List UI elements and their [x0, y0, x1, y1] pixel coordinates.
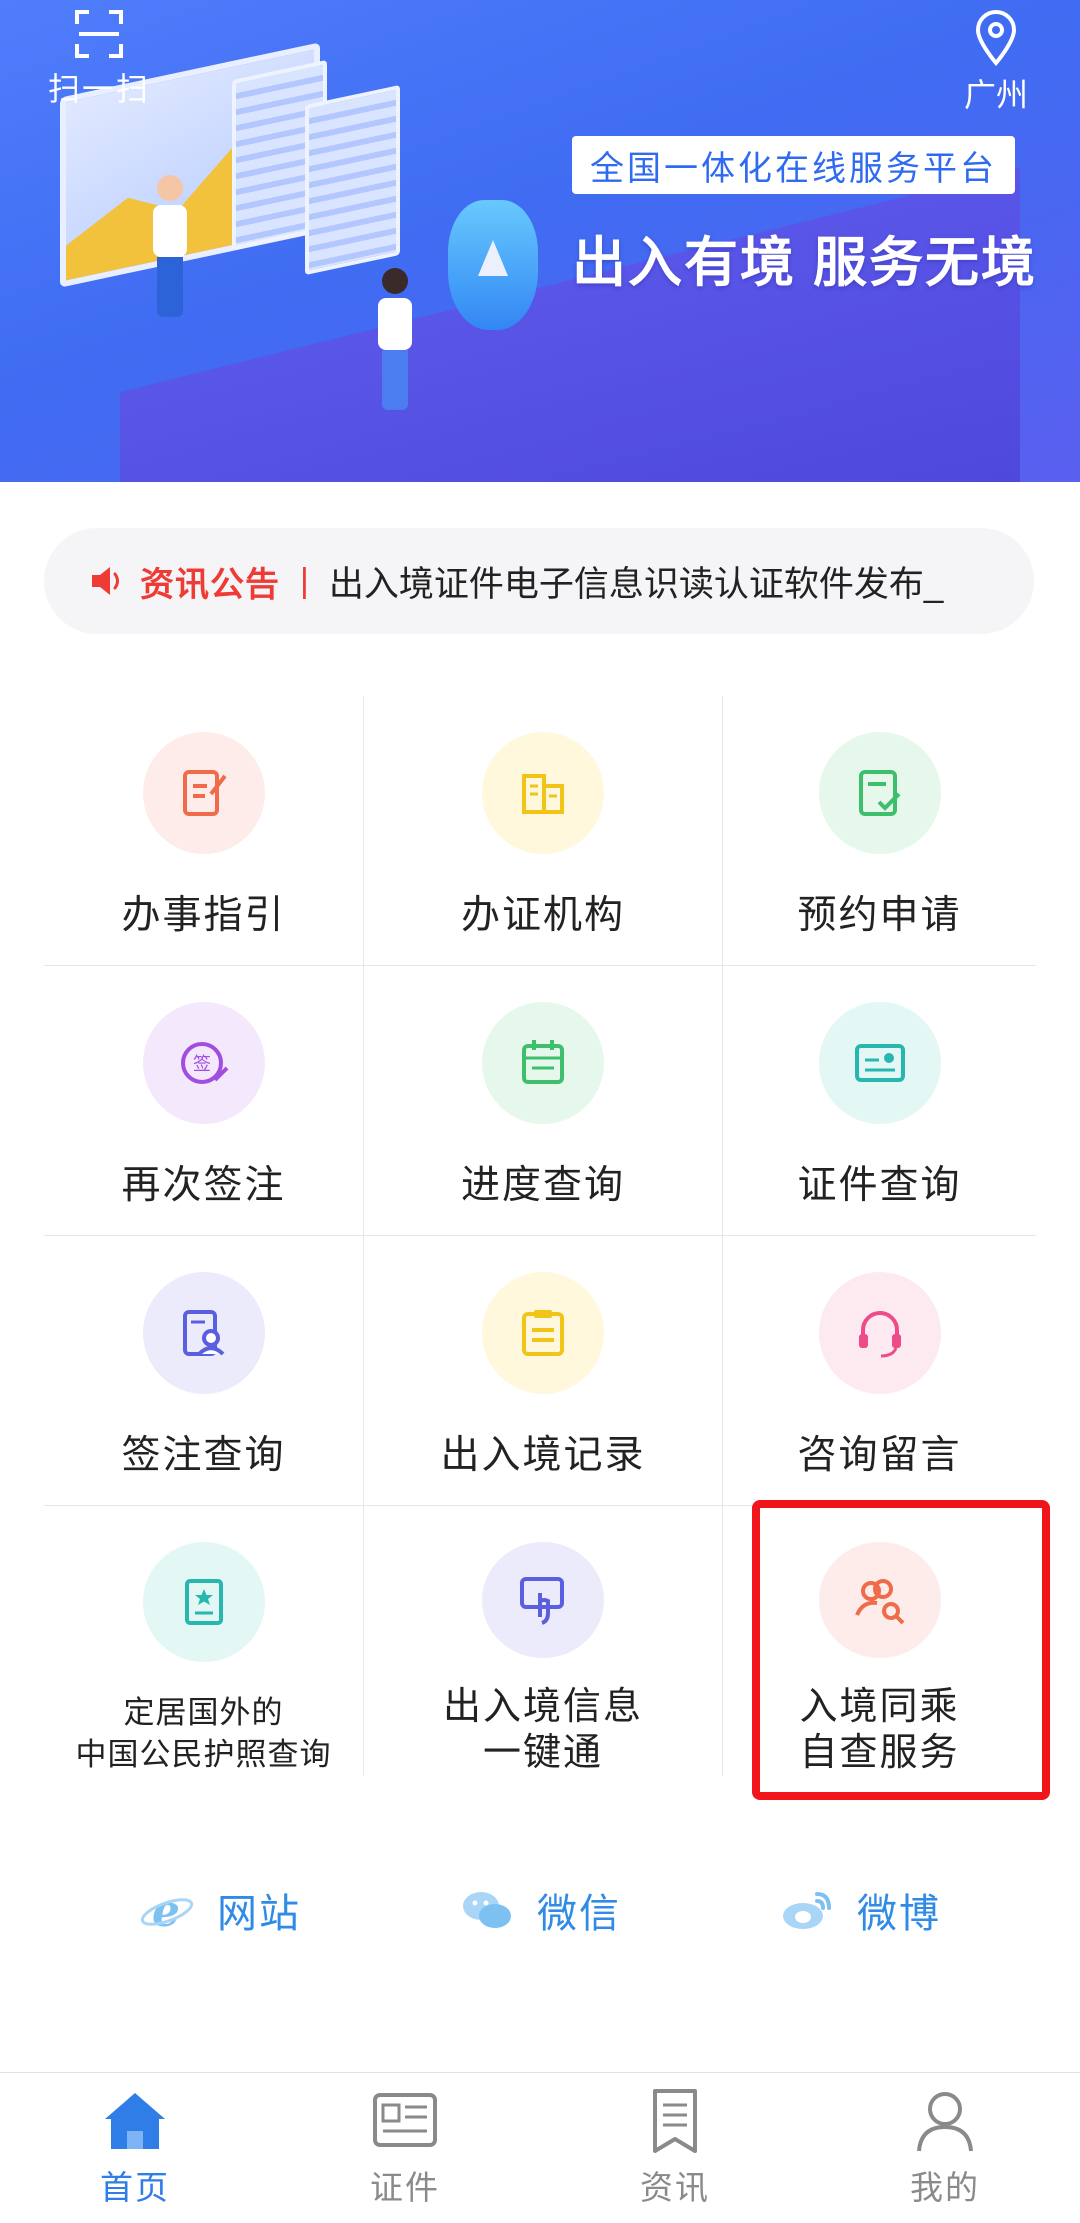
scan-button[interactable]: 扫一扫 — [44, 10, 154, 110]
service-label: 出入境信息 一键通 — [443, 1684, 643, 1776]
service-guide[interactable]: 办事指引 — [44, 696, 363, 966]
id-card-icon — [818, 1002, 941, 1124]
service-progress[interactable]: 进度查询 — [363, 966, 723, 1236]
service-label-line: 定居国外的 — [123, 1695, 284, 1730]
service-re-endorse[interactable]: 签 再次签注 — [44, 966, 363, 1236]
tab-documents[interactable]: 证件 — [270, 2073, 540, 2223]
service-label-line: 入境同乘 — [799, 1686, 960, 1728]
banner-shield-decoration — [448, 200, 538, 330]
service-label: 进度查询 — [460, 1164, 625, 1207]
tab-news[interactable]: 资讯 — [540, 2073, 810, 2223]
service-label: 咨询留言 — [797, 1434, 962, 1477]
location-pin-icon — [975, 10, 1017, 66]
tab-label: 我的 — [910, 2169, 980, 2206]
service-label: 办证机构 — [460, 894, 625, 937]
ie-browser-icon: e — [140, 1886, 194, 1934]
service-fellow-passenger-check[interactable]: 入境同乘 自查服务 — [723, 1506, 1036, 1776]
document-card-icon — [373, 2093, 437, 2147]
building-icon — [482, 732, 604, 854]
visa-search-icon — [142, 1272, 265, 1394]
service-label: 定居国外的 中国公民护照查询 — [76, 1692, 332, 1776]
service-label-line: 出入境信息 — [442, 1686, 643, 1728]
service-visa-query[interactable]: 签注查询 — [44, 1236, 363, 1506]
wechat-link[interactable]: 微信 — [459, 1881, 621, 1939]
website-link[interactable]: e 网站 — [139, 1881, 301, 1939]
user-icon — [917, 2092, 973, 2152]
service-label: 证件查询 — [797, 1164, 962, 1207]
news-bookmark-icon — [653, 2089, 697, 2153]
wechat-icon — [463, 1892, 511, 1928]
service-label-line: 自查服务 — [799, 1732, 960, 1774]
service-entry-exit-record[interactable]: 出入境记录 — [363, 1236, 723, 1506]
tab-home[interactable]: 首页 — [0, 2073, 270, 2223]
tab-label: 资讯 — [640, 2169, 710, 2206]
wechat-label: 微信 — [537, 1892, 621, 1936]
appointment-icon — [818, 732, 941, 854]
svg-text:签: 签 — [193, 1054, 211, 1075]
notice-tag: 资讯公告 — [140, 565, 280, 604]
passport-icon — [142, 1542, 265, 1662]
service-overseas-passport-query[interactable]: 定居国外的 中国公民护照查询 — [44, 1506, 363, 1776]
notice-bar[interactable]: 资讯公告 | 出入境证件电子信息识读认证软件发布_ — [44, 528, 1034, 634]
service-label-line: 中国公民护照查询 — [75, 1737, 332, 1772]
location-label: 广州 — [963, 77, 1028, 113]
scan-label: 扫一扫 — [47, 71, 150, 107]
people-search-icon — [818, 1542, 941, 1658]
service-label-line: 一键通 — [482, 1732, 603, 1774]
calendar-icon — [482, 1002, 604, 1124]
website-label: 网站 — [217, 1892, 301, 1936]
record-icon — [482, 1272, 604, 1394]
notice-text[interactable]: 出入境证件电子信息识读认证软件发布_ — [329, 556, 1034, 607]
banner-person-illustration — [150, 175, 190, 317]
touch-icon — [482, 1542, 604, 1658]
sign-icon: 签 — [142, 1002, 265, 1124]
service-id-query[interactable]: 证件查询 — [723, 966, 1036, 1236]
service-label: 签注查询 — [121, 1434, 286, 1477]
location-button[interactable]: 广州 — [956, 10, 1036, 116]
svg-text:e: e — [152, 1886, 182, 1934]
service-label: 预约申请 — [797, 894, 962, 937]
service-appointment[interactable]: 预约申请 — [723, 696, 1036, 966]
service-label: 出入境记录 — [440, 1434, 646, 1477]
speaker-icon — [92, 567, 119, 595]
home-icon — [105, 2093, 165, 2149]
platform-tag: 全国一体化在线服务平台 — [572, 136, 1015, 194]
service-info-one-click[interactable]: 出入境信息 一键通 — [363, 1506, 723, 1776]
banner-slogan: 出入有境 服务无境 — [572, 233, 1038, 293]
tab-label: 证件 — [370, 2169, 440, 2206]
service-agency[interactable]: 办证机构 — [363, 696, 723, 966]
guide-icon — [142, 732, 265, 854]
headset-icon — [818, 1272, 941, 1394]
service-label: 办事指引 — [121, 894, 286, 937]
hero-banner[interactable]: 扫一扫 广州 全国一体化在线服务平台 出入有境 服务无境 — [0, 0, 1080, 482]
banner-document-decoration — [305, 84, 400, 276]
service-consult[interactable]: 咨询留言 — [723, 1236, 1036, 1506]
service-label: 入境同乘 自查服务 — [799, 1684, 959, 1776]
banner-person-illustration — [375, 268, 415, 410]
tab-mine[interactable]: 我的 — [810, 2073, 1080, 2223]
bottom-tab-bar: 首页 证件 资讯 我的 — [0, 2072, 1080, 2223]
weibo-label: 微博 — [857, 1892, 941, 1936]
weibo-icon — [783, 1892, 831, 1929]
notice-separator: | — [300, 561, 309, 600]
service-grid: 办事指引 办证机构 预约申请 签 再次签注 进度查询 证件查询 签注查询 出入境… — [44, 696, 1036, 1776]
scan-icon — [75, 10, 123, 58]
weibo-link[interactable]: 微博 — [779, 1881, 941, 1939]
service-label: 再次签注 — [121, 1164, 286, 1207]
social-links: e 网站 微信 微博 — [0, 1870, 1080, 1950]
tab-label: 首页 — [100, 2169, 170, 2206]
